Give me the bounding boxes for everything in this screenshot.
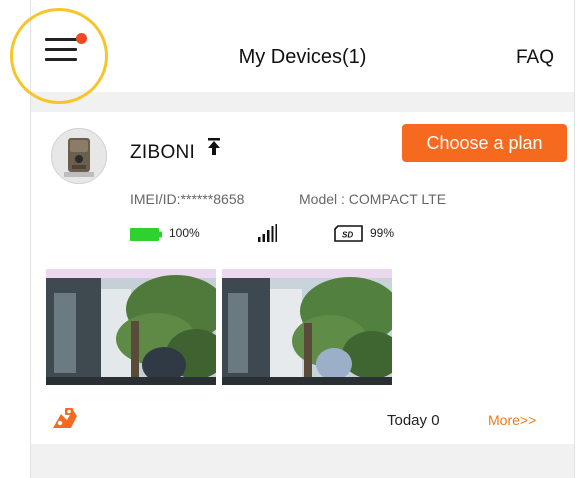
imei-text: IMEI/ID:******8658 <box>130 191 245 207</box>
top-bar: My Devices(1) FAQ <box>31 0 574 92</box>
photo-thumbnail[interactable] <box>222 269 392 385</box>
device-name: ZIBONI <box>130 142 196 163</box>
notification-dot <box>76 33 87 44</box>
battery-percent: 100% <box>169 226 200 240</box>
menu-icon <box>45 38 77 41</box>
signal-icon <box>258 224 277 242</box>
photo-image <box>222 269 392 385</box>
sd-card-icon: SD <box>334 225 363 242</box>
page-title: My Devices(1) <box>238 46 367 68</box>
app-screen: My Devices(1) FAQ ZIBONI Choose a plan I… <box>30 0 575 478</box>
photo-image <box>46 269 216 385</box>
camera-logo-icon[interactable] <box>51 406 79 430</box>
pin-to-top-icon[interactable] <box>207 138 221 156</box>
photo-thumbnail[interactable] <box>46 269 216 385</box>
more-link[interactable]: More>> <box>488 412 536 428</box>
choose-plan-button[interactable]: Choose a plan <box>402 124 567 162</box>
device-card[interactable]: ZIBONI Choose a plan IMEI/ID:******8658 … <box>31 112 574 444</box>
trail-camera-image <box>52 129 106 183</box>
device-avatar <box>51 128 107 184</box>
faq-link[interactable]: FAQ <box>516 47 554 69</box>
today-count: Today 0 <box>387 412 440 429</box>
card-footer: Today 0 More>> <box>31 402 574 432</box>
sd-percent: 99% <box>370 226 395 240</box>
divider-band <box>31 92 574 112</box>
battery-icon <box>130 228 162 241</box>
bottom-band <box>31 444 574 478</box>
svg-text:SD: SD <box>342 231 353 240</box>
model-text: Model : COMPACT LTE <box>299 191 447 207</box>
